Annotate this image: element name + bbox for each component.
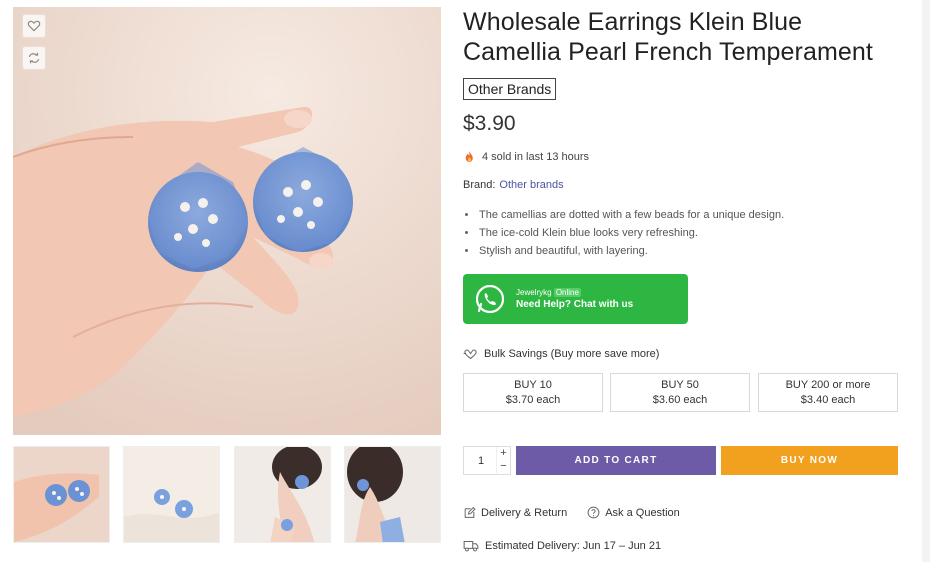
ask-question-link[interactable]: Ask a Question (587, 506, 680, 519)
quantity-plus-button[interactable]: + (496, 447, 510, 460)
product-main-image[interactable] (13, 7, 441, 435)
edit-icon (464, 506, 476, 518)
delivery-return-link[interactable]: Delivery & Return (463, 506, 567, 519)
tier-qty: BUY 50 (661, 379, 699, 391)
compare-button[interactable] (22, 46, 46, 70)
thumbnail-strip (13, 446, 441, 543)
wishlist-button[interactable] (22, 14, 46, 38)
bulk-heading-text: Bulk Savings (Buy more save more) (484, 347, 660, 360)
truck-icon (463, 540, 479, 552)
thumbnail-3[interactable] (234, 446, 331, 543)
whatsapp-name: Jewelrykg (516, 287, 552, 297)
buy-now-button[interactable]: BUY NOW (721, 446, 898, 475)
tier-qty: BUY 200 or more (785, 379, 871, 391)
feature-list: The camellias are dotted with a few bead… (463, 206, 903, 260)
refresh-icon (28, 52, 40, 64)
thumbnail-model-image (235, 447, 330, 542)
thumbnail-hand-image (14, 447, 109, 542)
delivery-return-text: Delivery & Return (481, 506, 568, 519)
bulk-tier-50[interactable]: BUY 50 $3.60 each (610, 373, 750, 412)
online-status: Online (553, 287, 581, 297)
sold-text: 4 sold in last 13 hours (482, 150, 590, 163)
product-title: Wholesale Earrings Klein Blue Camellia P… (463, 8, 873, 66)
feature-item: The ice-cold Klein blue looks very refre… (463, 224, 903, 242)
brand-line: Brand: Other brands (463, 179, 903, 191)
whatsapp-icon (475, 284, 505, 314)
whatsapp-agent: Jewelrykg Online (516, 287, 633, 298)
page-scrollbar[interactable] (922, 0, 930, 562)
info-links: Delivery & Return Ask a Question (463, 506, 680, 519)
product-price: $3.90 (463, 112, 516, 135)
tier-price: $3.60 each (652, 394, 708, 406)
estimated-delivery-text: Estimated Delivery: Jun 17 – Jun 21 (485, 539, 662, 552)
earrings-photo (13, 7, 441, 435)
thumbnail-flat-image (124, 447, 219, 542)
bulk-tier-200[interactable]: BUY 200 or more $3.40 each (758, 373, 898, 412)
tier-qty: BUY 10 (514, 379, 552, 391)
feature-item: The camellias are dotted with a few bead… (463, 206, 903, 224)
thumbnail-2[interactable] (123, 446, 220, 543)
add-to-cart-button[interactable]: ADD TO CART (516, 446, 716, 475)
tier-price: $3.40 each (800, 394, 856, 406)
estimated-delivery: Estimated Delivery: Jun 17 – Jun 21 (463, 539, 661, 552)
cart-row: + − ADD TO CART BUY NOW (463, 446, 898, 475)
quantity-input[interactable] (464, 447, 498, 474)
bulk-tier-10[interactable]: BUY 10 $3.70 each (463, 373, 603, 412)
bulk-tiers: BUY 10 $3.70 each BUY 50 $3.60 each BUY … (463, 373, 898, 412)
quantity-stepper: + − (463, 446, 511, 475)
product-info: Wholesale Earrings Klein Blue Camellia P… (463, 7, 903, 552)
heart-icon (27, 20, 41, 32)
tier-price: $3.70 each (505, 394, 561, 406)
brand-label: Brand: (463, 179, 496, 191)
feature-item: Stylish and beautiful, with layering. (463, 242, 903, 260)
thumbnail-1[interactable] (13, 446, 110, 543)
brand-link[interactable]: Other brands (499, 179, 563, 191)
thumbnail-model-side-image (345, 447, 440, 542)
sold-count: 4 sold in last 13 hours (463, 150, 903, 163)
bulk-savings-heading: Bulk Savings (Buy more save more) (463, 347, 659, 360)
fire-icon (465, 151, 473, 162)
ask-question-text: Ask a Question (605, 506, 680, 519)
whatsapp-cta: Need Help? Chat with us (516, 298, 634, 310)
whatsapp-chat-button[interactable]: Jewelrykg Online Need Help? Chat with us (463, 274, 688, 324)
brand-badge[interactable]: Other Brands (463, 78, 557, 100)
question-icon (587, 506, 600, 519)
quantity-minus-button[interactable]: − (496, 460, 510, 473)
thumbnail-4[interactable] (344, 446, 441, 543)
gift-icon (463, 349, 477, 360)
